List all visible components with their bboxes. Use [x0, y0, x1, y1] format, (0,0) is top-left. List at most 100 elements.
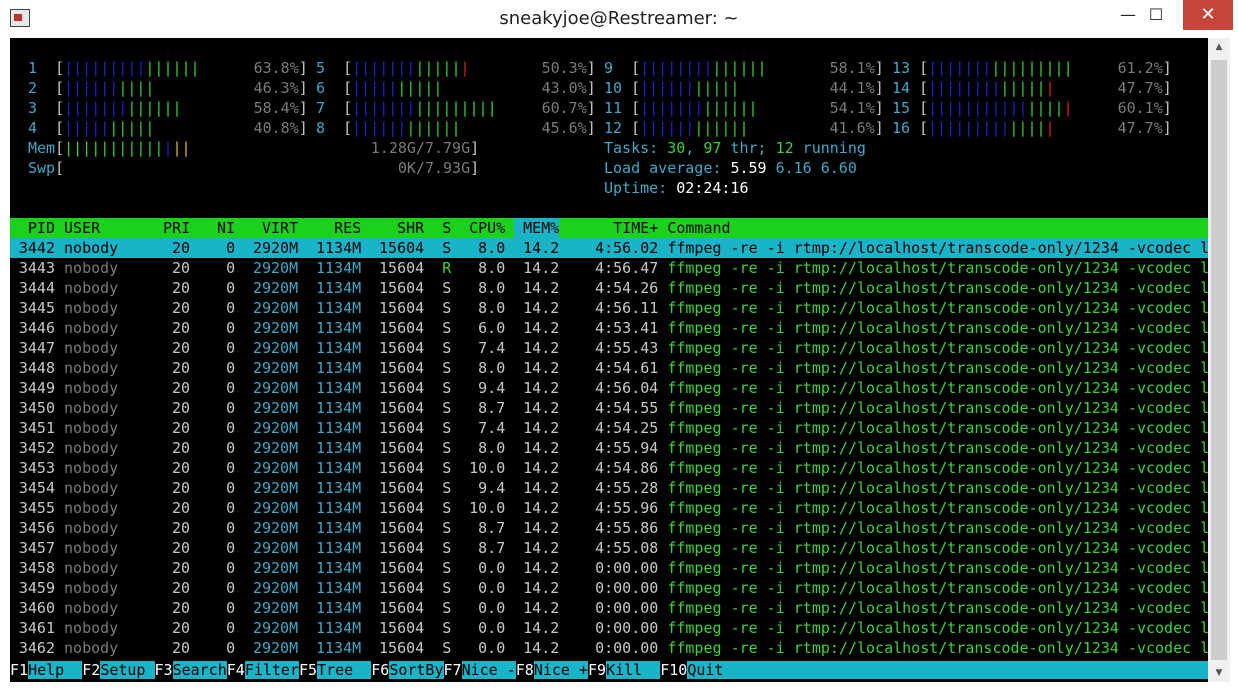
fkey-f3[interactable]: F3Search [155, 661, 227, 679]
process-virt: 2920M [252, 639, 299, 657]
cpu-usage-bar: |||||||||||||||| [352, 99, 497, 117]
scrollbar-thumb[interactable] [1211, 60, 1227, 660]
column-header-pri[interactable]: PRI [163, 218, 190, 238]
fkey-f10[interactable]: F10Quit [660, 661, 742, 679]
scroll-up-arrow-icon[interactable]: ▲ [1208, 38, 1230, 56]
scrollbar[interactable]: ▲ ▼ [1208, 38, 1230, 682]
close-button[interactable]: ✕ [1183, 0, 1233, 30]
process-cpu: 0.0 [478, 559, 506, 577]
process-table-header[interactable]: PID USER PRI NI VIRT RES SHR S CPU% MEM%… [10, 218, 1208, 238]
process-row[interactable]: 3459 nobody 20 0 2920M 1134M 15604 S 0.0… [10, 578, 1208, 598]
cpu-percent: 45.6% [541, 119, 587, 137]
process-row[interactable]: 3451 nobody 20 0 2920M 1134M 15604 S 7.4… [10, 418, 1208, 438]
column-header-shr[interactable]: SHR [370, 218, 424, 238]
process-virt: 2920M [252, 499, 299, 517]
process-res: 1134M [316, 379, 362, 397]
process-ni: 0 [226, 559, 236, 577]
cpu-meter: 11 [||||||||||||| 54.1%] [604, 99, 884, 117]
process-s: S [442, 379, 452, 397]
terminal[interactable]: 1 [||||||||||||||| 63.8%] 2 [|||||||||| 4… [10, 38, 1208, 682]
process-row[interactable]: 3448 nobody 20 0 2920M 1134M 15604 S 8.0… [10, 358, 1208, 378]
process-ni: 0 [226, 379, 236, 397]
process-command: ffmpeg -re -i rtmp://localhost/transcode… [667, 459, 1208, 477]
fkey-f6[interactable]: F6SortBy [371, 661, 444, 679]
column-header-mem[interactable]: MEM% [514, 218, 560, 238]
process-row[interactable]: 3444 nobody 20 0 2920M 1134M 15604 S 8.0… [10, 278, 1208, 298]
process-row[interactable]: 3454 nobody 20 0 2920M 1134M 15604 S 9.4… [10, 478, 1208, 498]
cpu-usage-bar: ||||||||||||| [640, 99, 758, 117]
process-row[interactable]: 3453 nobody 20 0 2920M 1134M 15604 S 10.… [10, 458, 1208, 478]
column-header-user[interactable]: USER [64, 218, 154, 238]
process-res: 1134M [316, 459, 362, 477]
process-pid: 3454 [18, 479, 55, 497]
process-pri: 20 [172, 479, 191, 497]
cpu-percent: 58.1% [829, 59, 875, 77]
fkey-f4[interactable]: F4Filter [227, 661, 299, 679]
process-pid: 3462 [18, 639, 55, 657]
process-cpu: 6.0 [478, 319, 506, 337]
cpu-meter: 15 [|||||||||||||||| 60.1%] [892, 99, 1172, 117]
cpu-usage-bar: |||||||||||||| [640, 59, 767, 77]
process-cpu: 9.4 [478, 479, 506, 497]
column-header-virt[interactable]: VIRT [244, 218, 298, 238]
cpu-id: 6 [316, 79, 326, 97]
process-time: 4:53.41 [595, 319, 659, 337]
fkey-f7[interactable]: F7Nice - [444, 661, 516, 679]
process-row[interactable]: 3456 nobody 20 0 2920M 1134M 15604 S 8.7… [10, 518, 1208, 538]
cpu-percent: 46.3% [253, 79, 299, 97]
process-pid: 3453 [18, 459, 55, 477]
process-mem: 14.2 [523, 619, 560, 637]
maximize-button[interactable]: ☐ [1139, 0, 1173, 30]
cpu-meter: 5 [||||||||||||| 50.3%] [316, 59, 596, 77]
process-row[interactable]: 3442 nobody 20 0 2920M 1134M 15604 S 8.0… [10, 238, 1208, 258]
column-header-command[interactable]: Command [667, 219, 730, 237]
process-row[interactable]: 3455 nobody 20 0 2920M 1134M 15604 S 10.… [10, 498, 1208, 518]
process-shr: 15604 [379, 359, 425, 377]
process-cpu: 7.4 [478, 419, 506, 437]
column-header-time[interactable]: TIME+ [568, 218, 658, 238]
process-res: 1134M [316, 499, 362, 517]
process-row[interactable]: 3449 nobody 20 0 2920M 1134M 15604 S 9.4… [10, 378, 1208, 398]
process-ni: 0 [226, 439, 236, 457]
column-header-res[interactable]: RES [307, 218, 361, 238]
process-user: nobody [64, 259, 119, 277]
cpu-id: 7 [316, 99, 326, 117]
cpu-meter: 2 [|||||||||| 46.3%] [28, 79, 308, 97]
process-row[interactable]: 3447 nobody 20 0 2920M 1134M 15604 S 7.4… [10, 338, 1208, 358]
process-row[interactable]: 3446 nobody 20 0 2920M 1134M 15604 S 6.0… [10, 318, 1208, 338]
process-res: 1134M [316, 259, 362, 277]
column-header-cpu[interactable]: CPU% [460, 218, 505, 238]
fkey-f1[interactable]: F1Help [10, 661, 83, 679]
process-command: ffmpeg -re -i rtmp://localhost/transcode… [667, 499, 1208, 517]
column-header-s[interactable]: S [433, 218, 451, 238]
process-row[interactable]: 3450 nobody 20 0 2920M 1134M 15604 S 8.7… [10, 398, 1208, 418]
fkey-f5[interactable]: F5Tree [299, 661, 372, 679]
process-row[interactable]: 3457 nobody 20 0 2920M 1134M 15604 S 8.7… [10, 538, 1208, 558]
process-mem: 14.2 [523, 579, 560, 597]
process-row[interactable]: 3458 nobody 20 0 2920M 1134M 15604 S 0.0… [10, 558, 1208, 578]
column-header-pid[interactable]: PID [10, 218, 55, 238]
fkey-f8[interactable]: F8Nice + [516, 661, 588, 679]
cpu-usage-bar: ||||||||||| [640, 79, 740, 97]
process-row[interactable]: 3445 nobody 20 0 2920M 1134M 15604 S 8.0… [10, 298, 1208, 318]
process-row[interactable]: 3460 nobody 20 0 2920M 1134M 15604 S 0.0… [10, 598, 1208, 618]
process-res: 1134M [316, 359, 362, 377]
scroll-down-arrow-icon[interactable]: ▼ [1208, 664, 1230, 682]
process-res: 1134M [316, 419, 362, 437]
process-mem: 14.2 [523, 419, 560, 437]
process-ni: 0 [226, 519, 236, 537]
fkey-f9[interactable]: F9Kill [588, 661, 661, 679]
fkey-f2[interactable]: F2Setup [82, 661, 155, 679]
process-row[interactable]: 3462 nobody 20 0 2920M 1134M 15604 S 0.0… [10, 638, 1208, 658]
process-shr: 15604 [379, 399, 425, 417]
process-shr: 15604 [379, 459, 425, 477]
process-time: 0:00.00 [595, 599, 659, 617]
process-res: 1134M [316, 319, 362, 337]
process-row[interactable]: 3452 nobody 20 0 2920M 1134M 15604 S 8.0… [10, 438, 1208, 458]
process-pid: 3445 [18, 299, 55, 317]
column-header-ni[interactable]: NI [199, 218, 235, 238]
process-row[interactable]: 3443 nobody 20 0 2920M 1134M 15604 R 8.0… [10, 258, 1208, 278]
cpu-percent: 60.1% [1117, 99, 1163, 117]
process-row[interactable]: 3461 nobody 20 0 2920M 1134M 15604 S 0.0… [10, 618, 1208, 638]
cpu-id: 3 [28, 99, 38, 117]
